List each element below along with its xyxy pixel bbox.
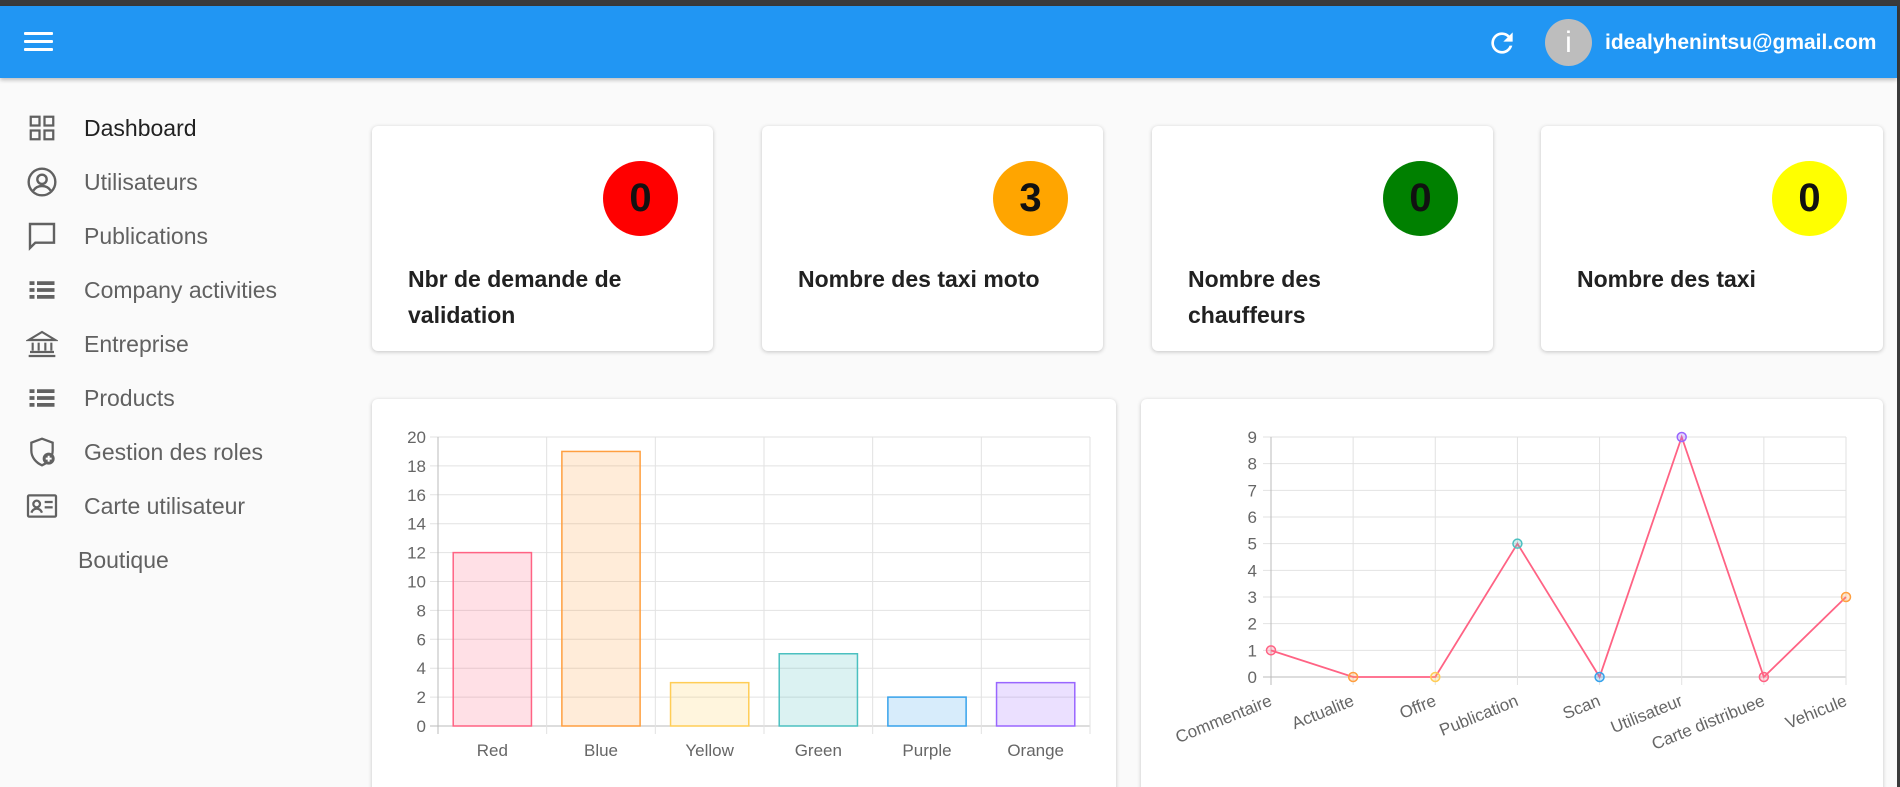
y-tick-label: 0: [417, 717, 426, 736]
sidebar-item-utilisateurs[interactable]: Utilisateurs: [0, 155, 320, 209]
bar-green: [778, 653, 859, 727]
data-point: [1265, 645, 1277, 656]
data-point: [1430, 671, 1441, 683]
x-tick-label: Actualite: [1289, 691, 1357, 733]
data-point: [1758, 671, 1770, 683]
sidebar-item-products[interactable]: Products: [0, 371, 320, 425]
data-point: [1840, 591, 1852, 603]
x-tick-label: Orange: [1007, 741, 1064, 760]
sidebar-item-boutique[interactable]: Boutique: [0, 533, 320, 587]
y-tick-label: 1: [1248, 641, 1257, 660]
sidebar-item-label: Utilisateurs: [84, 168, 198, 195]
y-tick-label: 2: [1248, 615, 1257, 634]
avatar[interactable]: i: [1545, 19, 1592, 66]
app-bar: i idealyhenintsu@gmail.com: [0, 6, 1897, 78]
sidebar-item-carte-utilisateur[interactable]: Carte utilisateur: [0, 479, 320, 533]
sidebar-item-label: Carte utilisateur: [84, 492, 246, 519]
x-tick-label: Purple: [902, 741, 951, 760]
x-tick-label: Scan: [1560, 691, 1603, 723]
menu-icon[interactable]: [24, 32, 58, 54]
bar-blue: [561, 450, 641, 727]
chat-bubble-icon: [25, 219, 59, 253]
y-tick-label: 5: [1248, 535, 1257, 554]
y-tick-label: 4: [1248, 561, 1257, 580]
y-tick-label: 8: [417, 601, 426, 620]
y-tick-label: 16: [407, 486, 426, 505]
y-tick-label: 14: [407, 515, 426, 534]
sidebar-item-label: Dashboard: [84, 114, 197, 141]
sidebar-item-label: Gestion des roles: [84, 438, 263, 465]
y-tick-label: 4: [417, 659, 426, 678]
sidebar-item-dashboard[interactable]: Dashboard: [0, 101, 320, 155]
list-icon: [25, 273, 59, 307]
y-tick-label: 12: [407, 544, 426, 563]
shield-plus-icon: [25, 435, 59, 469]
y-tick-label: 3: [1248, 588, 1257, 607]
stat-label: Nbr de demande de validation: [408, 266, 622, 328]
refresh-icon[interactable]: [1486, 27, 1518, 59]
bar-red: [452, 551, 533, 727]
stat-value-badge: 0: [603, 161, 678, 236]
y-tick-label: 6: [417, 630, 426, 649]
contact-card-icon: [25, 489, 59, 523]
y-tick-label: 0: [1248, 668, 1257, 687]
sidebar-item-label: Boutique: [78, 546, 169, 573]
data-point: [1347, 671, 1359, 683]
bar-chart: 0 2 4 6 8 10 12 14 16 18 20 Red Blue Yellow Green Purpl…: [407, 428, 1091, 760]
stat-label: Nombre des chauffeurs: [1188, 266, 1321, 328]
stat-value-badge: 3: [993, 161, 1068, 236]
bank-icon: [25, 327, 59, 361]
sidebar-item-company-activities[interactable]: Company activities: [0, 263, 320, 317]
x-tick-label: Commentaire: [1173, 691, 1275, 747]
bar-purple: [887, 696, 967, 727]
stat-card-taxi-moto: 3 Nombre des taxi moto: [762, 126, 1103, 351]
stat-card-taxi: 0 Nombre des taxi: [1541, 126, 1883, 351]
stat-value-badge: 0: [1383, 161, 1458, 236]
series-line: [1270, 434, 1847, 680]
account-circle-icon: [25, 165, 59, 199]
sidebar-item-entreprise[interactable]: Entreprise: [0, 317, 320, 371]
x-tick-label: Green: [795, 741, 842, 760]
dashboard-grid-icon: [25, 111, 59, 145]
y-tick-label: 7: [1248, 481, 1257, 500]
sidebar-item-label: Publications: [84, 222, 209, 249]
x-tick-label: Offre: [1397, 691, 1439, 723]
y-tick-label: 18: [407, 457, 426, 476]
avatar-letter: i: [1565, 25, 1572, 59]
sidebar-item-label: Products: [84, 384, 175, 411]
stat-label: Nombre des taxi: [1577, 266, 1756, 292]
data-point: [1676, 431, 1687, 443]
bar-orange: [995, 681, 1076, 727]
stat-label: Nombre des taxi moto: [798, 266, 1040, 292]
bar-yellow: [669, 681, 750, 727]
x-tick-label: Publication: [1437, 691, 1521, 740]
line-chart: 0 1 2 3 4 5 6 7 8 9 Commentaire Actualite OffrePubli…: [1173, 428, 1852, 754]
user-email[interactable]: idealyhenintsu@gmail.com: [1605, 31, 1876, 55]
x-tick-label: Blue: [584, 741, 618, 760]
y-tick-label: 9: [1248, 428, 1257, 447]
x-tick-label: Yellow: [685, 741, 734, 760]
stat-value-badge: 0: [1772, 161, 1847, 236]
y-tick-label: 20: [407, 428, 426, 447]
y-tick-label: 10: [407, 573, 426, 592]
y-tick-label: 8: [1248, 455, 1257, 474]
list-icon: [25, 381, 59, 415]
sidebar-item-publications[interactable]: Publications: [0, 209, 320, 263]
data-point: [1512, 538, 1523, 549]
sidebar-item-label: Company activities: [84, 276, 278, 303]
x-tick-label: Vehicule: [1783, 691, 1850, 733]
data-point: [1594, 671, 1605, 683]
sidebar: Dashboard Utilisateurs Publications Comp…: [0, 78, 340, 787]
sidebar-item-gestion-des-roles[interactable]: Gestion des roles: [0, 425, 320, 479]
stat-card-demandes-validation: 0 Nbr de demande de validation: [372, 126, 713, 351]
bar-chart-card: 0 2 4 6 8 10 12 14 16 18 20 Red Blue Yellow Green Purpl…: [372, 399, 1116, 787]
stat-card-chauffeurs: 0 Nombre des chauffeurs: [1152, 126, 1493, 351]
x-tick-label: Red: [477, 741, 508, 760]
y-tick-label: 6: [1248, 508, 1257, 527]
sidebar-item-label: Entreprise: [84, 330, 189, 357]
line-chart-card: 0 1 2 3 4 5 6 7 8 9 Commentaire Actualite Offre Publi…: [1141, 399, 1883, 787]
y-tick-label: 2: [417, 688, 426, 707]
